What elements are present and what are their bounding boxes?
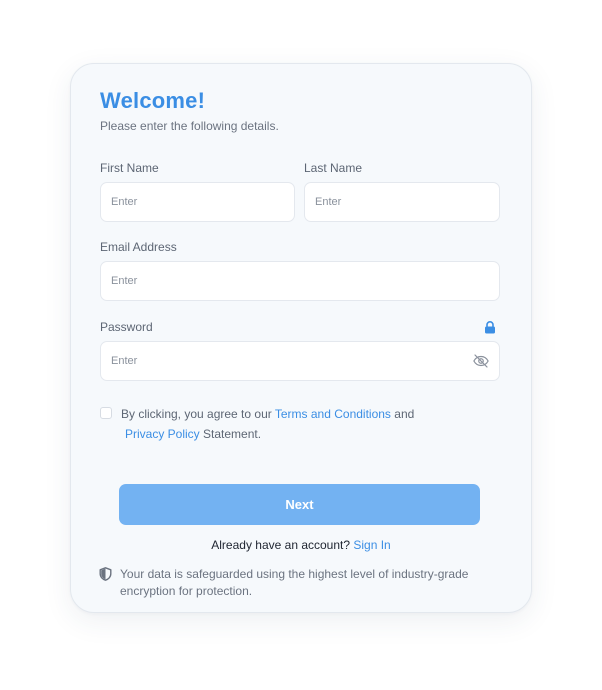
signup-card: Welcome! Please enter the following deta… — [70, 63, 532, 613]
security-note: Your data is safeguarded using the highe… — [120, 567, 469, 598]
signin-row: Already have an account? Sign In — [71, 538, 531, 552]
page-subtitle: Please enter the following details. — [100, 119, 279, 133]
signin-prompt: Already have an account? — [211, 538, 351, 552]
next-button[interactable]: Next — [119, 484, 480, 525]
terms-text: By clicking, you agree to our Terms and … — [121, 404, 481, 444]
terms-middle: and — [394, 407, 415, 421]
page-title: Welcome! — [100, 88, 206, 113]
last-name-input[interactable] — [304, 182, 500, 222]
email-label: Email Address — [100, 240, 177, 254]
lock-icon — [485, 321, 495, 334]
terms-link[interactable]: Terms and Conditions — [275, 407, 391, 421]
email-input[interactable] — [100, 261, 500, 301]
shield-icon — [99, 567, 112, 581]
terms-suffix: Statement. — [203, 427, 262, 441]
signin-link[interactable]: Sign In — [353, 538, 390, 552]
terms-checkbox[interactable] — [100, 407, 112, 419]
first-name-input[interactable] — [100, 182, 295, 222]
first-name-label: First Name — [100, 161, 159, 175]
terms-prefix: By clicking, you agree to our — [121, 407, 272, 421]
password-label: Password — [100, 320, 153, 334]
password-input[interactable] — [100, 341, 500, 381]
privacy-link[interactable]: Privacy Policy — [125, 427, 200, 441]
eye-off-icon[interactable] — [472, 352, 490, 370]
last-name-label: Last Name — [304, 161, 363, 175]
